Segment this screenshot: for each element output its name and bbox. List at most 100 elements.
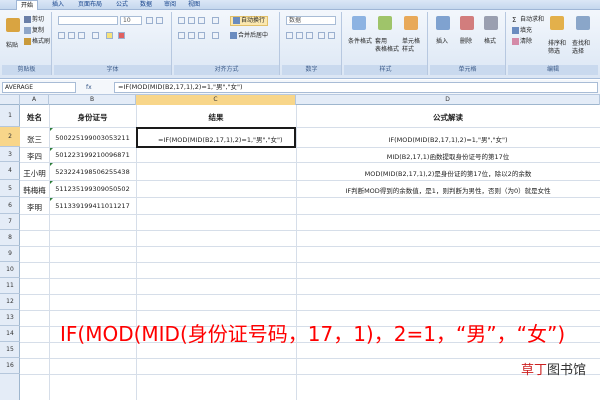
underline-icon[interactable] [78,32,85,39]
row-header-6[interactable]: 6 [0,197,20,214]
number-format-combo[interactable]: 数据 [286,16,336,25]
delete-button[interactable]: 删除 [460,38,472,46]
row-header-13[interactable]: 13 [0,310,20,326]
grid-line [20,214,600,215]
tab-home[interactable]: 开始 [16,0,39,10]
cell-explain[interactable]: MID(B2,17,1)函数提取身份证号的第17位 [296,151,600,161]
scissors-icon [24,16,31,23]
header-id[interactable]: 身份证号 [49,112,136,123]
row-header-16[interactable]: 16 [0,358,20,374]
align-left-icon[interactable] [178,32,185,39]
border-icon[interactable] [92,32,99,39]
find-select-button[interactable]: 查找和 选择 [572,40,590,56]
col-header-c[interactable]: C [136,95,296,105]
col-header-d[interactable]: D [296,95,600,105]
formula-input[interactable]: =IF(MOD(MID(B2,17,1),2)=1,"男","女") [114,82,598,93]
col-header-b[interactable]: B [49,95,136,105]
row-header-12[interactable]: 12 [0,294,20,310]
bold-icon[interactable] [58,32,65,39]
error-indicator-icon [50,163,53,166]
tab-view[interactable]: 视图 [184,0,204,10]
cell-styles-button[interactable]: 单元格 样式 [402,38,420,54]
cell-id[interactable]: 511235199309050502 [49,185,136,193]
format-painter-button[interactable]: 格式刷 [24,38,50,46]
tab-review[interactable]: 审阅 [160,0,180,10]
font-size-combo[interactable]: 10 [120,16,142,25]
cell-name[interactable]: 张三 [20,134,49,145]
table-format-icon [378,16,392,30]
cell-name[interactable]: 李四 [20,151,49,162]
row-header-4[interactable]: 4 [0,162,20,180]
select-all-corner[interactable] [0,95,20,105]
insert-button[interactable]: 插入 [436,38,448,46]
format-button[interactable]: 格式 [484,38,496,46]
col-header-a[interactable]: A [20,95,49,105]
cell-id[interactable]: 523224198506255438 [49,168,136,176]
tab-data[interactable]: 数据 [136,0,156,10]
autosum-button[interactable]: Σ 自动求和 [512,16,544,24]
wrap-text-button[interactable]: 自动换行 [230,16,269,26]
grow-font-icon[interactable] [146,17,153,24]
align-middle-icon[interactable] [188,17,195,24]
row-header-8[interactable]: 8 [0,230,20,246]
row-header-11[interactable]: 11 [0,278,20,294]
active-cell-editor[interactable]: =IF(MOD(MID(B2,17,1),2)=1,"男","女") [136,127,296,148]
row-header-5[interactable]: 5 [0,180,20,197]
clear-button[interactable]: 清除 [512,38,532,46]
increase-decimal-icon[interactable] [318,32,325,39]
sort-filter-button[interactable]: 排序和 筛选 [548,40,566,56]
percent-icon[interactable] [296,32,303,39]
italic-icon[interactable] [68,32,75,39]
cell-name[interactable]: 王小明 [20,168,49,179]
align-center-icon[interactable] [188,32,195,39]
cell-explain[interactable]: IF判断MOD得到的余数值，是1，则判断为男性，否则（为0）就是女性 [296,185,600,195]
row-header-14[interactable]: 14 [0,326,20,342]
row-header-3[interactable]: 3 [0,147,20,162]
tab-page-layout[interactable]: 页面布局 [74,0,106,10]
merge-center-button[interactable]: 合并后居中 [230,32,268,40]
shrink-font-icon[interactable] [156,17,163,24]
header-name[interactable]: 姓名 [20,112,49,123]
row-header-15[interactable]: 15 [0,342,20,358]
paste-button[interactable]: 粘贴 [6,42,18,50]
header-result[interactable]: 结果 [136,112,296,123]
font-color-icon[interactable] [118,32,125,39]
cell-name[interactable]: 韩梅梅 [20,185,49,196]
cut-button[interactable]: 剪切 [24,16,44,24]
name-box[interactable]: AVERAGE [2,82,76,93]
copy-button[interactable]: 复制 [24,27,44,35]
decrease-indent-icon[interactable] [212,32,219,39]
row-header-2[interactable]: 2 [0,127,20,147]
row-header-10[interactable]: 10 [0,262,20,278]
align-bottom-icon[interactable] [198,17,205,24]
currency-icon[interactable] [286,32,293,39]
row-header-9[interactable]: 9 [0,246,20,262]
cell-name[interactable]: 李明 [20,202,49,213]
conditional-format-button[interactable]: 条件格式 [348,38,372,46]
cell-explain[interactable]: IF(MOD(MID(B2,17,1),2)=1,"男","女") [296,134,600,144]
styles-group-label: 样式 [344,65,427,75]
comma-icon[interactable] [306,32,313,39]
cell-explain[interactable]: MOD(MID(B2,17,1),2)是身份证的第17位，除以2的余数 [296,168,600,178]
number-group-label: 数字 [282,65,341,75]
orientation-icon[interactable] [212,17,219,24]
fill-color-icon[interactable] [106,32,113,39]
tab-formulas[interactable]: 公式 [112,0,132,10]
header-explain[interactable]: 公式解读 [296,112,600,123]
grid-line [136,105,137,400]
tab-insert[interactable]: 插入 [48,0,68,10]
row-header-7[interactable]: 7 [0,214,20,230]
table-format-button[interactable]: 套用 表格格式 [375,38,399,54]
align-top-icon[interactable] [178,17,185,24]
grid-line [20,278,600,279]
row-header-1[interactable]: 1 [0,105,20,127]
font-name-combo[interactable] [58,16,118,25]
decrease-decimal-icon[interactable] [328,32,335,39]
fill-button[interactable]: 填充 [512,27,532,35]
cell-id[interactable]: 501223199210096871 [49,151,136,159]
align-right-icon[interactable] [198,32,205,39]
grid-line [20,310,600,311]
cell-id[interactable]: 500225199003053211 [49,134,136,142]
fx-label[interactable]: fx [86,82,92,93]
cell-id[interactable]: 511339199411011217 [49,202,136,210]
